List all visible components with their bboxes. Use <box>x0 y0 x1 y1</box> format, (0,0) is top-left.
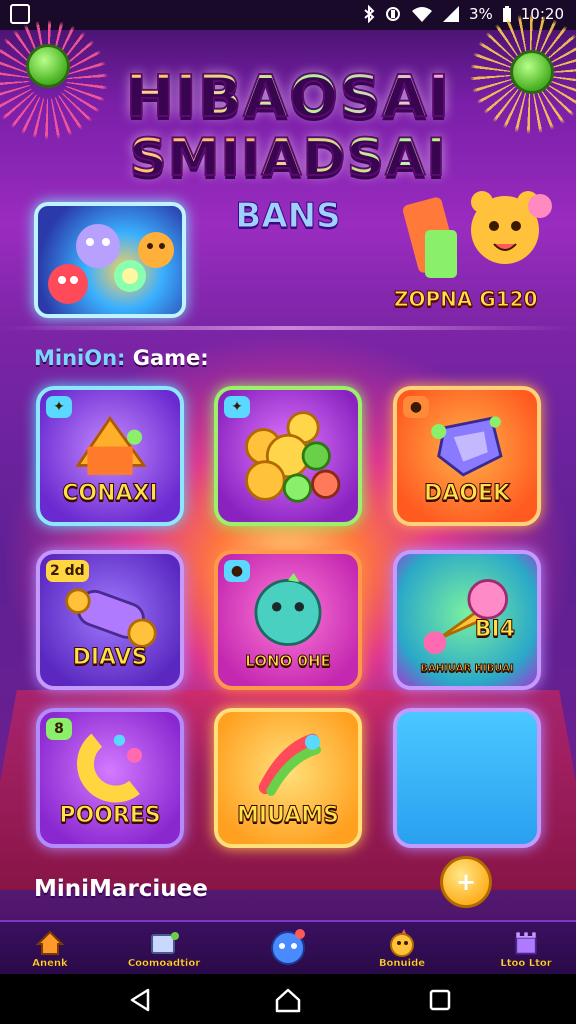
minigames-title-accent: MiniOn: <box>34 346 126 370</box>
battery-text: 3% <box>468 5 493 23</box>
tile-5-label: LONO 0HE <box>245 652 332 671</box>
signal-icon <box>442 6 459 22</box>
status-bar: 3% 10:20 <box>0 0 576 30</box>
game-title-line-1: HIBAOSAI <box>0 61 576 131</box>
tile-3-badge-icon: ● <box>403 396 429 418</box>
featured-banner-left[interactable] <box>34 202 186 318</box>
game-screen: 3% 10:20 HIBAOSAI SMIIADSAI BANS ZOPNA G… <box>0 0 576 1024</box>
nav-item-castle[interactable]: Ltoo Ltor <box>486 926 566 974</box>
tile-3-label: DAOEK <box>423 481 511 507</box>
tile-6-caption: BAHIUAR HIBUAI <box>420 663 514 675</box>
nav-item-bonus[interactable]: Bonuide <box>362 926 442 974</box>
nav-label-bonus: Bonuide <box>378 958 426 969</box>
minigames-title-rest: Game: <box>125 346 209 370</box>
nav-label-community: Coomoadtior <box>127 958 201 969</box>
game-tile-2[interactable]: ✦ <box>214 386 362 526</box>
recent-apps-icon[interactable] <box>426 986 454 1014</box>
home-icon <box>35 928 65 958</box>
tile-8-label: MIUAMS <box>236 803 340 829</box>
tile-2-badge-icon: ✦ <box>224 396 250 418</box>
nav-item-mascot[interactable] <box>248 926 328 974</box>
tile-6-label: BI4 <box>474 617 515 643</box>
chick-icon <box>387 928 417 958</box>
mascot-icon <box>268 926 308 966</box>
plus-icon: + <box>455 868 477 896</box>
bottom-section-title: MiniMarciuee <box>34 876 208 902</box>
back-icon[interactable] <box>126 986 154 1014</box>
nav-label-home: Anenk <box>32 958 68 969</box>
game-tile-4[interactable]: 2 dd DIAVS <box>36 550 184 690</box>
plus-coin-button[interactable]: + <box>440 856 492 908</box>
bottom-nav: Anenk Coomoadtior Bonuide Ltoo Ltor <box>0 920 576 974</box>
notification-icon <box>10 4 30 24</box>
game-tile-5[interactable]: ● LONO 0HE <box>214 550 362 690</box>
tile-4-badge: 2 dd <box>46 560 89 582</box>
nav-item-home[interactable]: Anenk <box>10 926 90 974</box>
tile-5-badge-icon: ● <box>224 560 250 582</box>
tile-7-label: POORES <box>59 803 161 829</box>
game-tile-6[interactable]: BI4 BAHIUAR HIBUAI <box>393 550 541 690</box>
characters-art-icon <box>48 224 174 304</box>
featured-banner-right[interactable] <box>390 160 560 300</box>
tile-7-badge: 8 <box>46 718 72 740</box>
system-nav-bar <box>0 974 576 1024</box>
castle-icon <box>511 928 541 958</box>
nav-label-castle: Ltoo Ltor <box>500 958 552 969</box>
promo-label: ZOPNA G120 <box>394 287 539 312</box>
bluetooth-icon <box>364 5 375 23</box>
mascot-bear-icon <box>402 191 552 278</box>
game-tile-8[interactable]: MIUAMS <box>214 708 362 848</box>
game-tile-9[interactable] <box>393 708 541 848</box>
box-icon <box>149 928 179 958</box>
game-tile-7[interactable]: 8 POORES <box>36 708 184 848</box>
wifi-icon <box>411 7 432 22</box>
header-divider <box>0 326 576 330</box>
tile-1-badge-icon: ✦ <box>46 396 72 418</box>
nav-item-community[interactable]: Coomoadtior <box>124 926 204 974</box>
game-tile-1[interactable]: ✦ CONAXI <box>36 386 184 526</box>
minigames-section-title: MiniOn: Game: <box>34 346 209 370</box>
vibrate-icon <box>385 7 400 21</box>
home-nav-icon[interactable] <box>274 986 302 1014</box>
tile-1-label: CONAXI <box>62 481 158 507</box>
tile-4-label: DIAVS <box>72 645 148 671</box>
game-tile-3[interactable]: ● DAOEK <box>393 386 541 526</box>
